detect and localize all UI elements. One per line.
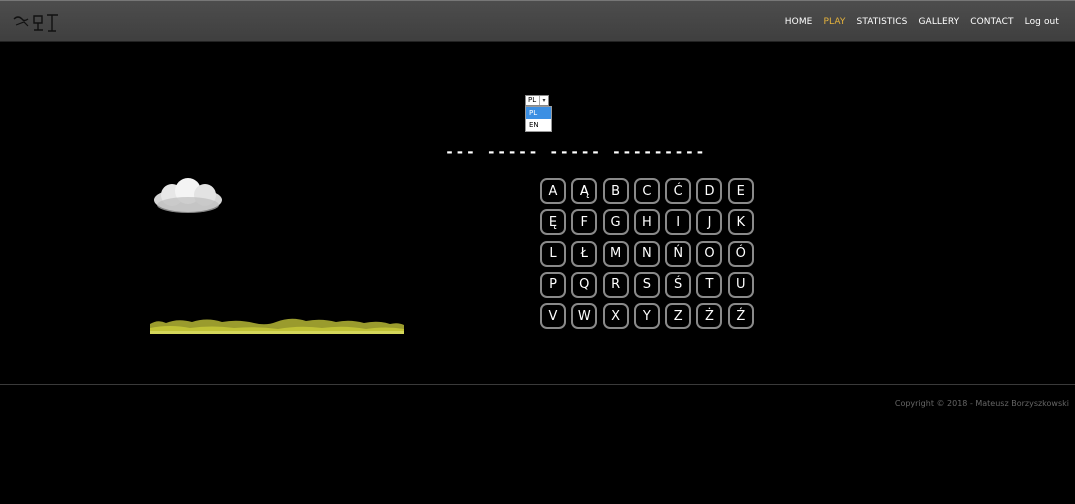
top-navbar: HOME PLAY STATISTICS GALLERY CONTACT Log…: [0, 0, 1075, 42]
letter-button[interactable]: Ć: [665, 178, 692, 204]
nav-gallery[interactable]: GALLERY: [918, 17, 959, 27]
letter-button[interactable]: Q: [571, 271, 598, 298]
cloud-image: [154, 178, 222, 213]
language-option-pl[interactable]: PL: [526, 107, 551, 119]
footer-divider: [0, 384, 1075, 385]
nav-contact[interactable]: CONTACT: [970, 17, 1013, 27]
letter-button[interactable]: Ś: [665, 271, 692, 298]
chevron-down-icon[interactable]: ▾: [539, 96, 548, 105]
letter-button[interactable]: C: [633, 178, 660, 204]
logo-icon[interactable]: [12, 10, 64, 34]
letter-button[interactable]: B: [602, 178, 629, 204]
letter-button[interactable]: Ż: [696, 303, 723, 330]
nav-home[interactable]: HOME: [785, 17, 813, 27]
letter-button[interactable]: L: [540, 240, 566, 267]
letter-button[interactable]: P: [540, 271, 566, 298]
letter-button[interactable]: Y: [633, 303, 660, 330]
letter-button[interactable]: U: [727, 271, 754, 298]
letter-button[interactable]: Ń: [665, 240, 692, 267]
language-selected-value: PL: [528, 96, 537, 104]
letter-button[interactable]: D: [696, 178, 723, 204]
letter-button[interactable]: Ą: [571, 178, 598, 204]
letter-button[interactable]: Ę: [540, 209, 566, 236]
letter-button[interactable]: R: [602, 271, 629, 298]
hidden-password: --- ----- ----- ---------: [445, 143, 706, 161]
letter-button[interactable]: Ó: [727, 240, 754, 267]
letter-button[interactable]: Z: [665, 303, 692, 330]
letter-keyboard: AĄBCĆDE ĘFGHIJK LŁMNŃOÓ PQRSŚTU VWXYZŻŹ: [540, 178, 754, 330]
language-select[interactable]: PL ▾: [525, 95, 549, 106]
nav-play[interactable]: PLAY: [823, 17, 845, 27]
main-menu: HOME PLAY STATISTICS GALLERY CONTACT Log…: [774, 1, 1059, 43]
letter-button[interactable]: J: [696, 209, 723, 236]
letter-button[interactable]: F: [571, 209, 598, 236]
copyright-text: Copyright © 2018 - Mateusz Borzyszkowski: [894, 399, 1069, 408]
letter-button[interactable]: Ź: [727, 303, 754, 330]
letter-button[interactable]: Ł: [571, 240, 598, 267]
letter-button[interactable]: H: [633, 209, 660, 236]
letter-button[interactable]: N: [633, 240, 660, 267]
language-dropdown: PL EN: [525, 106, 552, 132]
nav-statistics[interactable]: STATISTICS: [857, 17, 908, 27]
letter-button[interactable]: S: [633, 271, 660, 298]
nav-logout[interactable]: Log out: [1025, 17, 1059, 27]
letter-button[interactable]: K: [727, 209, 754, 236]
letter-button[interactable]: E: [727, 178, 754, 204]
letter-button[interactable]: X: [602, 303, 629, 330]
letter-button[interactable]: M: [602, 240, 629, 267]
letter-button[interactable]: T: [696, 271, 723, 298]
letter-button[interactable]: V: [540, 303, 566, 330]
grass-ground-image: [150, 318, 404, 334]
letter-button[interactable]: W: [571, 303, 598, 330]
language-option-en[interactable]: EN: [526, 119, 551, 131]
letter-button[interactable]: I: [665, 209, 692, 236]
letter-button[interactable]: A: [540, 178, 566, 204]
letter-button[interactable]: O: [696, 240, 723, 267]
letter-button[interactable]: G: [602, 209, 629, 236]
